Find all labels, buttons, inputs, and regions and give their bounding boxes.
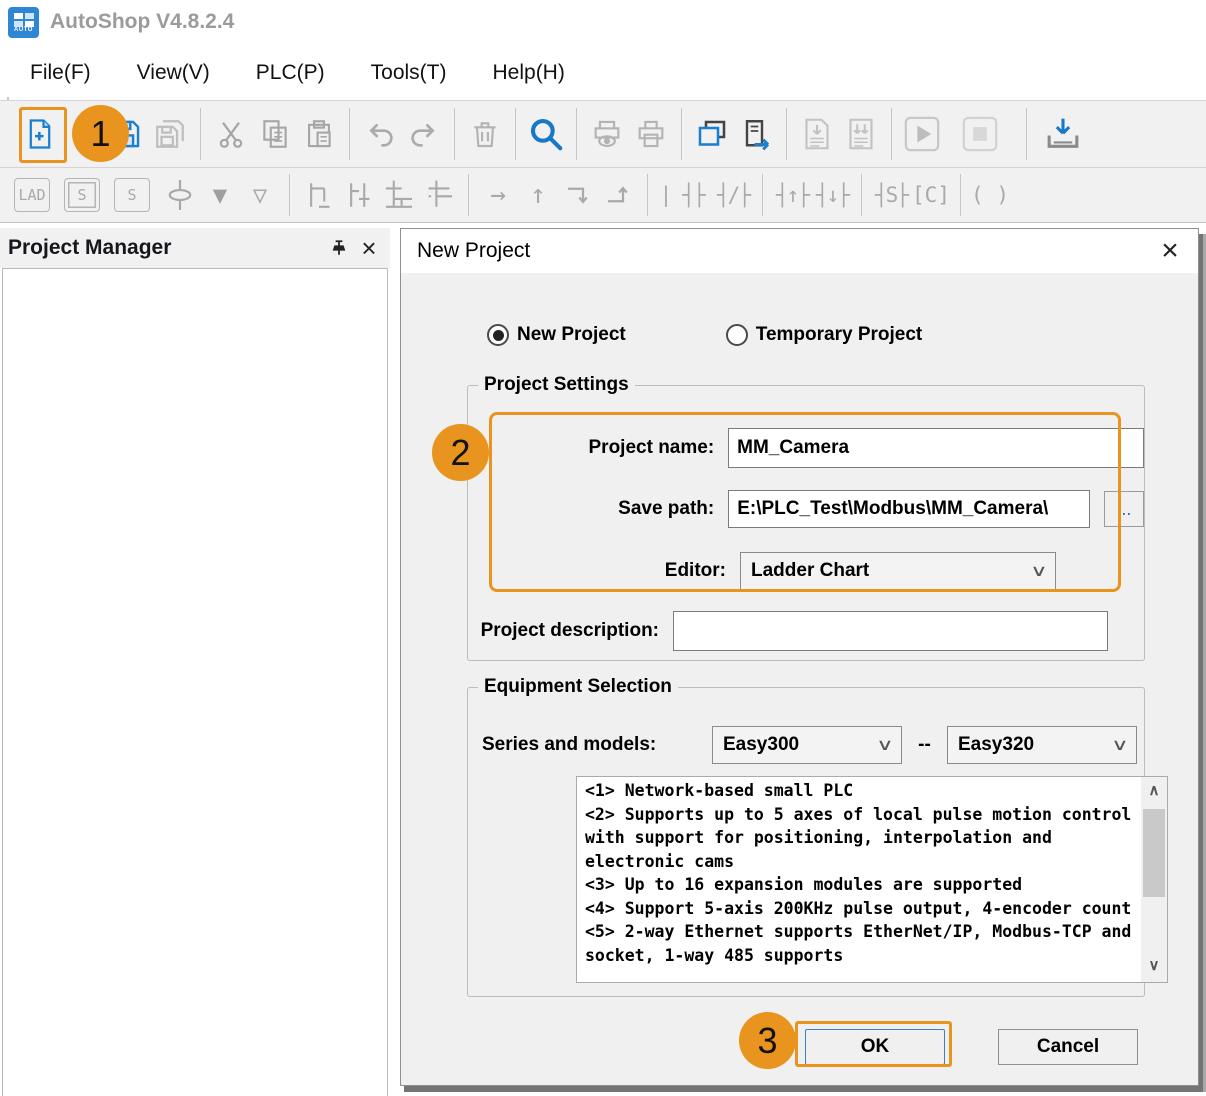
contact-set-icon[interactable]: ┤S├ (871, 174, 911, 216)
dialog-title: New Project (401, 239, 1142, 263)
series-select-value: Easy300 (723, 734, 799, 756)
sfc-editor-icon[interactable]: S (114, 178, 150, 212)
dialog-close-icon[interactable]: × (1142, 231, 1198, 271)
line-corner-up-icon[interactable] (598, 174, 638, 216)
redo-icon[interactable] (402, 109, 446, 159)
coil-output-icon[interactable]: ( ) (970, 174, 1010, 216)
line-corner-down-icon[interactable] (558, 174, 598, 216)
series-and-models-label: Series and models: (468, 734, 712, 756)
coil-c-icon[interactable]: [C] (911, 174, 951, 216)
step-3-badge: 3 (739, 1012, 796, 1069)
scrollbar-thumb[interactable] (1143, 809, 1165, 897)
copy-icon[interactable] (253, 109, 297, 159)
vertical-line-icon[interactable]: | (657, 174, 673, 216)
contact-falling-icon[interactable]: ┤↓├ (812, 174, 852, 216)
line-right-icon[interactable]: → (478, 174, 518, 216)
info-line: <4> Support 5-axis 200KHz pulse output, … (585, 897, 1139, 921)
paste-icon[interactable] (297, 109, 341, 159)
contact-open-icon[interactable]: ┤├ (673, 174, 713, 216)
equipment-info-text: <1> Network-based small PLC <2> Supports… (577, 777, 1141, 982)
export-program-icon[interactable] (734, 109, 778, 159)
compile-upload-icon[interactable] (839, 109, 883, 159)
radio-temporary-project-label: Temporary Project (756, 324, 922, 346)
undo-icon[interactable] (358, 109, 402, 159)
print-preview-icon[interactable] (585, 109, 629, 159)
save-all-icon[interactable] (148, 109, 192, 159)
info-line: <1> Network-based small PLC (585, 779, 1139, 803)
pin-icon[interactable] (324, 233, 354, 263)
project-description-label: Project description: (467, 620, 659, 642)
info-scrollbar[interactable]: ∧ ∨ (1141, 777, 1167, 982)
app-logo-text: AUTO (14, 27, 33, 33)
info-line: <2> Supports up to 5 axes of local pulse… (585, 803, 1139, 874)
equipment-selection-legend: Equipment Selection (478, 676, 678, 698)
download-to-plc-icon[interactable] (1041, 109, 1085, 159)
model-select-value: Easy320 (958, 734, 1034, 756)
equipment-selection-group: Equipment Selection Series and models: E… (467, 687, 1145, 997)
menu-plc[interactable]: PLC(P) (256, 61, 325, 85)
project-manager-title: Project Manager (0, 236, 324, 260)
contact-rising-icon[interactable]: ┤↑├ (772, 174, 812, 216)
insert-node-icon[interactable] (160, 174, 200, 216)
step-2-badge: 2 (432, 424, 489, 481)
ladder-toolbar: LAD S S ▼ ▽ → ↑ | ┤├ ┤/├ ┤↑├ ┤↓├ ┤S (0, 168, 1206, 223)
project-manager-panel[interactable] (2, 268, 388, 1096)
equipment-info-box[interactable]: <1> Network-based small PLC <2> Supports… (576, 776, 1168, 983)
new-project-dialog: New Project × New Project Temporary Proj… (400, 228, 1199, 1086)
app-logo-icon: AUTO (8, 7, 39, 38)
rail-branch-3-icon[interactable] (379, 174, 419, 216)
project-manager-close-icon[interactable]: × (354, 233, 384, 263)
radio-temporary-project[interactable]: Temporary Project (726, 324, 922, 346)
chevron-down-icon: ∨ (876, 735, 894, 755)
menu-bar: File(F) View(V) PLC(P) Tools(T) Help(H) (0, 45, 1206, 100)
chevron-down-icon: ∨ (1111, 735, 1129, 755)
series-separator: -- (902, 734, 947, 756)
step-3-highlight (795, 1021, 952, 1067)
project-manager-header: Project Manager × (0, 228, 390, 268)
insert-row-hollow-icon[interactable]: ▽ (240, 174, 280, 216)
radio-new-project[interactable]: New Project (487, 324, 626, 346)
cancel-button[interactable]: Cancel (998, 1029, 1138, 1065)
info-line: <3> Up to 16 expansion modules are suppo… (585, 873, 1139, 897)
insert-row-filled-icon[interactable]: ▼ (200, 174, 240, 216)
run-icon[interactable] (900, 109, 944, 159)
info-line: <5> 2-way Ethernet supports EtherNet/IP,… (585, 920, 1139, 967)
stop-icon[interactable] (958, 109, 1002, 159)
step-1-highlight (19, 107, 67, 163)
cut-icon[interactable] (209, 109, 253, 159)
menu-tools[interactable]: Tools(T) (371, 61, 447, 85)
dialog-title-bar: New Project × (401, 229, 1198, 273)
step-1-badge: 1 (72, 105, 129, 162)
step-2-highlight (489, 412, 1121, 592)
model-select[interactable]: Easy320 ∨ (947, 726, 1137, 764)
compile-download-icon[interactable] (795, 109, 839, 159)
rail-branch-4-icon[interactable] (419, 174, 459, 216)
delete-icon[interactable] (463, 109, 507, 159)
title-bar: AUTO AutoShop V4.8.2.4 (0, 0, 1206, 45)
search-icon[interactable] (524, 109, 568, 159)
rail-branch-2-icon[interactable] (339, 174, 379, 216)
ladder-editor-icon[interactable]: LAD (14, 178, 50, 212)
window-title: AutoShop V4.8.2.4 (50, 10, 234, 34)
contact-closed-icon[interactable]: ┤/├ (713, 174, 753, 216)
rail-branch-1-icon[interactable] (299, 174, 339, 216)
line-up-icon[interactable]: ↑ (518, 174, 558, 216)
sfc-editor-active-icon[interactable]: S (64, 178, 100, 212)
main-toolbar (0, 100, 1206, 168)
print-icon[interactable] (629, 109, 673, 159)
menu-file[interactable]: File(F) (30, 61, 91, 85)
project-description-input[interactable] (673, 611, 1108, 651)
project-settings-legend: Project Settings (478, 374, 635, 396)
series-select[interactable]: Easy300 ∨ (712, 726, 902, 764)
menu-help[interactable]: Help(H) (493, 61, 565, 85)
radio-new-project-label: New Project (517, 324, 626, 346)
menu-view[interactable]: View(V) (137, 61, 210, 85)
cascade-windows-icon[interactable] (690, 109, 734, 159)
scroll-up-icon[interactable]: ∧ (1149, 777, 1160, 803)
scroll-down-icon[interactable]: ∨ (1149, 952, 1160, 978)
